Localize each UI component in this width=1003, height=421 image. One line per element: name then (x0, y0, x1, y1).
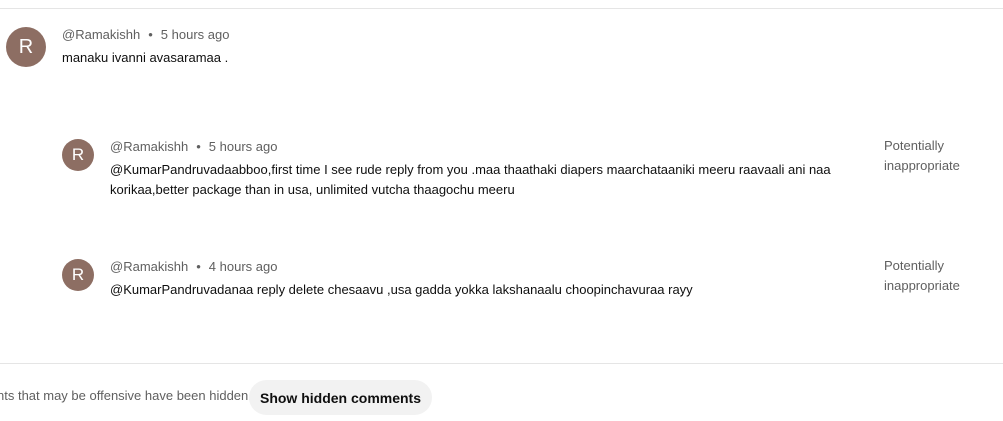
flag-line: inappropriate (884, 158, 960, 173)
flag-line: Potentially (884, 258, 944, 273)
timestamp[interactable]: 4 hours ago (209, 259, 278, 274)
flag-line: inappropriate (884, 278, 960, 293)
comment-text-line: korikaa,better package than in usa, unli… (110, 182, 515, 197)
comment-meta: @Ramakishh • 5 hours ago (110, 139, 277, 154)
comment-text: manaku ivanni avasaramaa . (62, 50, 229, 65)
avatar[interactable]: R (62, 139, 94, 171)
timestamp[interactable]: 5 hours ago (161, 27, 230, 42)
show-hidden-comments-button[interactable]: Show hidden comments (249, 380, 432, 415)
author-name[interactable]: @Ramakishh (110, 259, 188, 274)
hidden-comments-notice: nts that may be offensive have been hidd… (0, 388, 252, 403)
inappropriate-flag: Potentially inappropriate (884, 136, 984, 176)
comment-text: @KumarPandruvadaabboo,first time I see r… (110, 160, 831, 200)
top-divider (0, 8, 1003, 9)
avatar[interactable]: R (62, 259, 94, 291)
comment-meta: @Ramakishh • 5 hours ago (62, 27, 229, 42)
timestamp[interactable]: 5 hours ago (209, 139, 278, 154)
flag-line: Potentially (884, 138, 944, 153)
comment-text: @KumarPandruvadanaa reply delete chesaav… (110, 282, 693, 297)
comment-text-line: @KumarPandruvadaabboo,first time I see r… (110, 162, 831, 177)
author-name[interactable]: @Ramakishh (110, 139, 188, 154)
separator-dot: • (196, 259, 201, 274)
avatar[interactable]: R (6, 27, 46, 67)
bottom-divider (0, 363, 1003, 364)
separator-dot: • (148, 27, 153, 42)
author-name[interactable]: @Ramakishh (62, 27, 140, 42)
comment-meta: @Ramakishh • 4 hours ago (110, 259, 277, 274)
inappropriate-flag: Potentially inappropriate (884, 256, 984, 296)
separator-dot: • (196, 139, 201, 154)
